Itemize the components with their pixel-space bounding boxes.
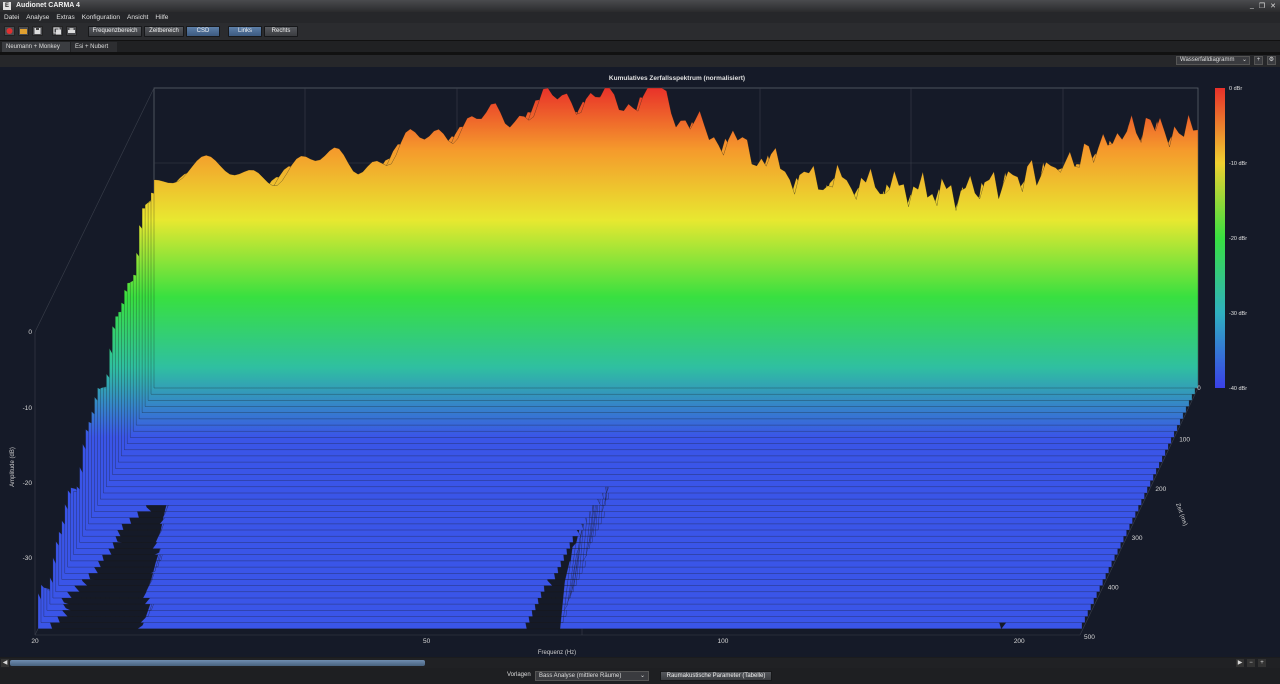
colorbar-ticks: 0 dBr -10 dBr -20 dBr -30 dBr -40 dBr (1229, 86, 1247, 392)
horizontal-scrollbar[interactable]: ◀ ▶ − + (0, 658, 1280, 668)
links-button[interactable]: Links (228, 26, 262, 37)
vorlagen-label: Vorlagen (507, 672, 531, 678)
x-tick-label: 20 (31, 638, 39, 645)
y-tick-label: -20 (23, 480, 33, 487)
menu-ansicht[interactable]: Ansicht (127, 12, 148, 23)
menu-konfiguration[interactable]: Konfiguration (82, 12, 120, 23)
room-parameters-button[interactable]: Raumakustische Parameter (Tabelle) (660, 671, 772, 681)
colorbar-zero-label: 0 (1197, 386, 1201, 392)
zeitbereich-button[interactable]: Zeitbereich (144, 26, 184, 37)
zoom-out-button[interactable]: − (1247, 659, 1255, 667)
window-title: Audionet CARMA 4 (16, 2, 80, 9)
status-bar: Vorlagen Bass Analyse (mittlere Räume) ⌄… (0, 668, 1280, 684)
z-tick-label: 400 (1108, 585, 1119, 592)
view-control-bar: Wasserfalldiagramm ⌄ + ⚙ (0, 55, 1280, 67)
waterfall-plot[interactable]: 20 50 100 200 0 -10 -20 -30 100 200 300 400 500 Ku… (0, 67, 1280, 657)
scroll-thumb[interactable] (10, 660, 425, 666)
x-tick-label: 200 (1014, 638, 1025, 645)
rechts-button[interactable]: Rechts (264, 26, 298, 37)
y-tick-label: -10 (23, 405, 33, 412)
diagram-type-select[interactable]: Wasserfalldiagramm ⌄ (1176, 56, 1250, 65)
x-tick-label: 50 (423, 638, 431, 645)
chart-title: Kumulatives Zerfallsspektrum (normalisie… (609, 75, 745, 82)
frequenzbereich-button[interactable]: Frequenzbereich (88, 26, 142, 37)
restore-icon[interactable]: ❐ (1259, 2, 1265, 10)
tab-esi-nubert[interactable]: Esi + Nubert (71, 42, 117, 52)
colorbar-tick-label: -10 dBr (1229, 161, 1247, 167)
x-axis-label: Frequenz (Hz) (538, 650, 576, 656)
template-select[interactable]: Bass Analyse (mittlere Räume) ⌄ (535, 671, 649, 681)
y-axis-ticks: 0 -10 -20 -30 (23, 329, 33, 562)
add-view-button[interactable]: + (1254, 56, 1263, 65)
zoom-in-button[interactable]: + (1258, 659, 1266, 667)
waterfall-slice (153, 87, 1199, 389)
print-icon[interactable] (66, 26, 77, 36)
waterfall-chart: 20 50 100 200 0 -10 -20 -30 100 200 300 400 500 Ku… (10, 75, 1247, 656)
template-select-value: Bass Analyse (mittlere Räume) (539, 673, 622, 679)
colorbar-tick-label: -20 dBr (1229, 236, 1247, 242)
scroll-left-icon[interactable]: ◀ (1, 659, 9, 667)
title-bar: E Audionet CARMA 4 _ ❐ ✕ (0, 0, 1280, 12)
x-tick-label: 100 (718, 638, 729, 645)
y-tick-label: 0 (28, 329, 32, 336)
tab-label: Neumann + Monkey (6, 44, 60, 50)
colorbar-tick-label: -30 dBr (1229, 311, 1247, 317)
copy-icon[interactable] (52, 26, 63, 36)
colorbar (1215, 88, 1225, 388)
document-tabs: Neumann + Monkey ✕ Esi + Nubert (0, 41, 1280, 60)
menu-datei[interactable]: Datei (4, 12, 19, 23)
colorbar-tick-label: 0 dBr (1229, 86, 1242, 92)
colorbar-tick-label: -40 dBr (1229, 386, 1247, 392)
toolbar: Frequenzbereich Zeitbereich CSD Links Re… (0, 23, 1280, 41)
y-tick-label: -30 (23, 555, 33, 562)
menu-extras[interactable]: Extras (56, 12, 74, 23)
chevron-down-icon: ⌄ (1241, 57, 1247, 63)
z-tick-label: 200 (1155, 486, 1166, 493)
scroll-right-icon[interactable]: ▶ (1236, 659, 1244, 667)
z-tick-label: 500 (1084, 634, 1095, 641)
tab-label: Esi + Nubert (75, 44, 109, 50)
z-axis-label: Zeit (ms) (1174, 503, 1188, 527)
csd-button[interactable]: CSD (186, 26, 220, 37)
save-icon[interactable] (32, 26, 43, 36)
menu-analyse[interactable]: Analyse (26, 12, 49, 23)
close-icon[interactable]: ✕ (1270, 2, 1276, 10)
select-value: Wasserfalldiagramm (1180, 57, 1235, 63)
z-tick-label: 300 (1132, 535, 1143, 542)
menu-hilfe[interactable]: Hilfe (155, 12, 168, 23)
app-icon: E (3, 2, 11, 10)
x-axis-ticks: 20 50 100 200 (31, 638, 1025, 645)
y-axis-label: Amplitude (dB) (10, 447, 16, 487)
waterfall-surface (37, 87, 1199, 630)
gear-icon[interactable]: ⚙ (1267, 56, 1276, 65)
chevron-down-icon: ⌄ (639, 673, 645, 679)
tab-neumann-monkey[interactable]: Neumann + Monkey ✕ (2, 42, 70, 60)
menu-bar: Datei Analyse Extras Konfiguration Ansic… (0, 12, 1280, 23)
record-icon[interactable] (4, 26, 15, 36)
minimize-icon[interactable]: _ (1250, 2, 1254, 10)
open-icon[interactable] (18, 26, 29, 36)
z-tick-label: 100 (1179, 436, 1190, 443)
